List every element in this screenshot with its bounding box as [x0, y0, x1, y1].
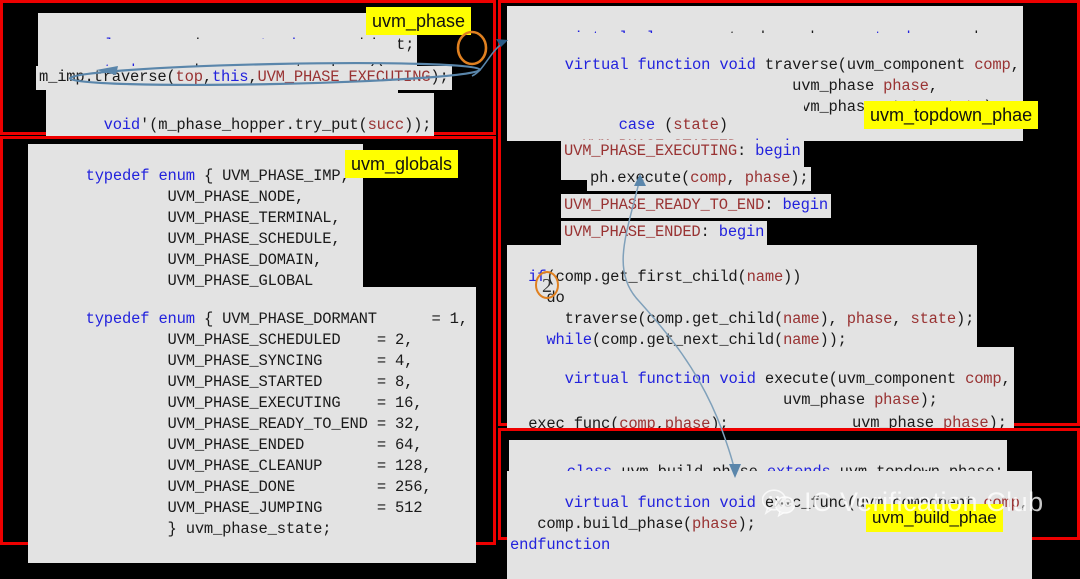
label-uvm-globals: uvm_globals: [345, 150, 458, 178]
code-m-imp-traverse: m_imp.traverse(top,this,UVM_PHASE_EXECUT…: [36, 66, 452, 90]
code-enum-uvm-phase-state: typedef enum { UVM_PHASE_DORMANT = 1, UV…: [28, 287, 476, 563]
code-ph-execute: ph.execute(comp, phase);: [587, 167, 811, 191]
label-uvm-phase: uvm_phase: [366, 7, 471, 35]
panel-uvm-globals: typedef enum { UVM_PHASE_IMP, UVM_PHASE_…: [0, 136, 496, 545]
watermark-text: IC Verification Club: [804, 487, 1044, 518]
watermark: IC Verification Club: [762, 487, 1044, 518]
code-case-executing: UVM_PHASE_EXECUTING: begin: [561, 140, 804, 164]
diagram-stage: class uvm_phase extends uvm_object; task…: [0, 0, 1080, 545]
label-uvm-topdown-phase: uvm_topdown_phae: [864, 101, 1038, 129]
code-case-ended: UVM_PHASE_ENDED: begin: [561, 221, 767, 245]
code-case-ready-to-end: UVM_PHASE_READY_TO_END: begin: [561, 194, 831, 218]
wechat-icon: [762, 488, 796, 518]
panel-uvm-topdown-phase: virtual class uvm_topdown_phase extends …: [498, 0, 1080, 426]
